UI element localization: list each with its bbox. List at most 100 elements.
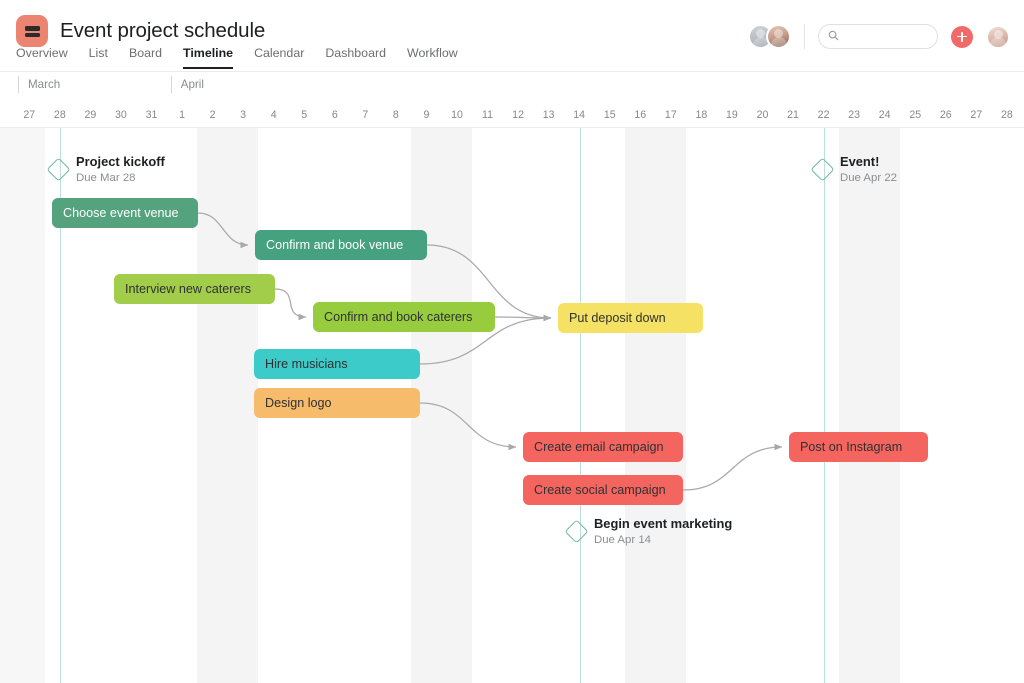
milestone-due-date: Due Apr 22 bbox=[840, 171, 897, 185]
milestone-text: Begin event marketingDue Apr 14 bbox=[594, 516, 732, 547]
milestone-diamond-icon bbox=[46, 158, 70, 182]
day-header-cell[interactable]: 30 bbox=[106, 103, 137, 127]
day-header-cell[interactable]: 9 bbox=[411, 103, 442, 127]
day-header-cell[interactable]: 26 bbox=[931, 103, 962, 127]
day-header-cell[interactable]: 18 bbox=[686, 103, 717, 127]
milestone-due-date: Due Mar 28 bbox=[76, 171, 165, 185]
day-header-cell[interactable]: 31 bbox=[136, 103, 167, 127]
task-bar-label: Create email campaign bbox=[534, 440, 664, 454]
milestone-text: Project kickoffDue Mar 28 bbox=[76, 154, 165, 185]
day-header-cell[interactable]: 21 bbox=[778, 103, 809, 127]
milestone-diamond-icon bbox=[564, 520, 588, 544]
day-header-cell[interactable]: 4 bbox=[258, 103, 289, 127]
current-user-avatar[interactable] bbox=[986, 25, 1010, 49]
timeline-canvas[interactable]: Choose event venue Confirm and book venue… bbox=[0, 128, 1024, 683]
header-divider bbox=[804, 24, 805, 49]
day-header-cell[interactable]: 23 bbox=[839, 103, 870, 127]
day-header-cell[interactable]: 25 bbox=[900, 103, 931, 127]
day-header-cell[interactable]: 11 bbox=[472, 103, 503, 127]
tab-board[interactable]: Board bbox=[129, 46, 162, 69]
milestone-name: Event! bbox=[840, 154, 897, 170]
task-bar-confirm-book-venue[interactable]: Confirm and book venue bbox=[255, 230, 427, 260]
member-avatar-group[interactable] bbox=[748, 24, 791, 49]
milestone-due-date: Due Apr 14 bbox=[594, 533, 732, 547]
day-header-cell[interactable]: 19 bbox=[717, 103, 748, 127]
tab-dashboard[interactable]: Dashboard bbox=[325, 46, 386, 69]
month-label-april: April bbox=[171, 76, 204, 93]
weekend-column bbox=[869, 128, 900, 683]
day-header-cell[interactable]: 13 bbox=[533, 103, 564, 127]
day-header-cell[interactable]: 1 bbox=[167, 103, 198, 127]
milestone-begin-event-marketing[interactable]: Begin event marketingDue Apr 14 bbox=[568, 516, 732, 547]
day-header-cell[interactable]: 12 bbox=[503, 103, 534, 127]
day-header-cell[interactable]: 24 bbox=[869, 103, 900, 127]
day-header-cell[interactable]: 17 bbox=[656, 103, 687, 127]
task-bar-label: Confirm and book caterers bbox=[324, 310, 472, 324]
day-header-cell[interactable]: 15 bbox=[594, 103, 625, 127]
weekend-column bbox=[442, 128, 473, 683]
day-header-cell[interactable]: 14 bbox=[564, 103, 595, 127]
timeline-app: Event project schedule Overview bbox=[0, 0, 1024, 683]
weekend-column bbox=[839, 128, 870, 683]
tab-list[interactable]: List bbox=[89, 46, 108, 69]
task-bar-put-deposit-down[interactable]: Put deposit down bbox=[558, 303, 703, 333]
tab-workflow[interactable]: Workflow bbox=[407, 46, 458, 69]
day-header-cell[interactable]: 7 bbox=[350, 103, 381, 127]
milestone-diamond-icon bbox=[810, 158, 834, 182]
tab-timeline[interactable]: Timeline bbox=[183, 46, 233, 69]
milestone-name: Begin event marketing bbox=[594, 516, 732, 532]
task-bar-label: Interview new caterers bbox=[125, 282, 251, 296]
weekend-column bbox=[656, 128, 687, 683]
task-bar-label: Put deposit down bbox=[569, 311, 666, 325]
day-header-cell[interactable]: 20 bbox=[747, 103, 778, 127]
day-header-cell[interactable]: 22 bbox=[808, 103, 839, 127]
task-bar-label: Create social campaign bbox=[534, 483, 666, 497]
tab-overview[interactable]: Overview bbox=[16, 46, 68, 69]
task-bar-label: Hire musicians bbox=[265, 357, 348, 371]
weekend-column bbox=[197, 128, 228, 683]
milestone-project-kickoff[interactable]: Project kickoffDue Mar 28 bbox=[50, 154, 165, 185]
day-header-cell[interactable]: 27 bbox=[14, 103, 45, 127]
task-bar-choose-event-venue[interactable]: Choose event venue bbox=[52, 198, 198, 228]
day-header-cell[interactable]: 5 bbox=[289, 103, 320, 127]
search-box[interactable] bbox=[818, 24, 938, 49]
month-header-row: MarchApril bbox=[0, 72, 1024, 103]
search-icon bbox=[828, 28, 839, 46]
day-header-cell[interactable]: 16 bbox=[625, 103, 656, 127]
task-bar-confirm-book-caterers[interactable]: Confirm and book caterers bbox=[313, 302, 495, 332]
day-header-cell[interactable]: 3 bbox=[228, 103, 259, 127]
dependency-link-create-social-campaign-to-post-on-instagram bbox=[683, 447, 782, 490]
header-actions bbox=[748, 24, 1010, 49]
day-header-cell[interactable]: 29 bbox=[75, 103, 106, 127]
milestone-event[interactable]: Event!Due Apr 22 bbox=[814, 154, 897, 185]
member-avatar-2[interactable] bbox=[766, 24, 791, 49]
task-bar-hire-musicians[interactable]: Hire musicians bbox=[254, 349, 420, 379]
task-bar-post-on-instagram[interactable]: Post on Instagram bbox=[789, 432, 928, 462]
task-bar-label: Post on Instagram bbox=[800, 440, 902, 454]
day-header-cell[interactable]: 10 bbox=[442, 103, 473, 127]
dependency-link-confirm-book-caterers-to-put-deposit-down bbox=[495, 317, 551, 318]
day-header-cell[interactable]: 8 bbox=[381, 103, 412, 127]
page-title: Event project schedule bbox=[60, 19, 265, 43]
task-bar-design-logo[interactable]: Design logo bbox=[254, 388, 420, 418]
milestone-name: Project kickoff bbox=[76, 154, 165, 170]
search-input[interactable] bbox=[845, 31, 928, 43]
dependency-link-interview-new-caterers-to-confirm-book-caterers bbox=[275, 289, 306, 317]
add-task-button[interactable] bbox=[951, 26, 973, 48]
day-header-row[interactable]: 2728293031123456789101112131415161718192… bbox=[0, 103, 1024, 127]
task-bar-label: Choose event venue bbox=[63, 206, 179, 220]
day-header-cell[interactable]: 27 bbox=[961, 103, 992, 127]
task-bar-interview-new-caterers[interactable]: Interview new caterers bbox=[114, 274, 275, 304]
day-header-cell[interactable]: 6 bbox=[320, 103, 351, 127]
task-bar-create-social-campaign[interactable]: Create social campaign bbox=[523, 475, 683, 505]
task-bar-label: Design logo bbox=[265, 396, 332, 410]
tab-calendar[interactable]: Calendar bbox=[254, 46, 304, 69]
timeline-left-gutter bbox=[0, 128, 45, 683]
milestone-guide-line bbox=[580, 128, 581, 683]
weekend-column bbox=[625, 128, 656, 683]
task-bar-create-email-campaign[interactable]: Create email campaign bbox=[523, 432, 683, 462]
day-header-cell[interactable]: 2 bbox=[197, 103, 228, 127]
day-header-cell[interactable]: 28 bbox=[992, 103, 1023, 127]
milestone-guide-line bbox=[824, 128, 825, 683]
day-header-cell[interactable]: 28 bbox=[45, 103, 76, 127]
